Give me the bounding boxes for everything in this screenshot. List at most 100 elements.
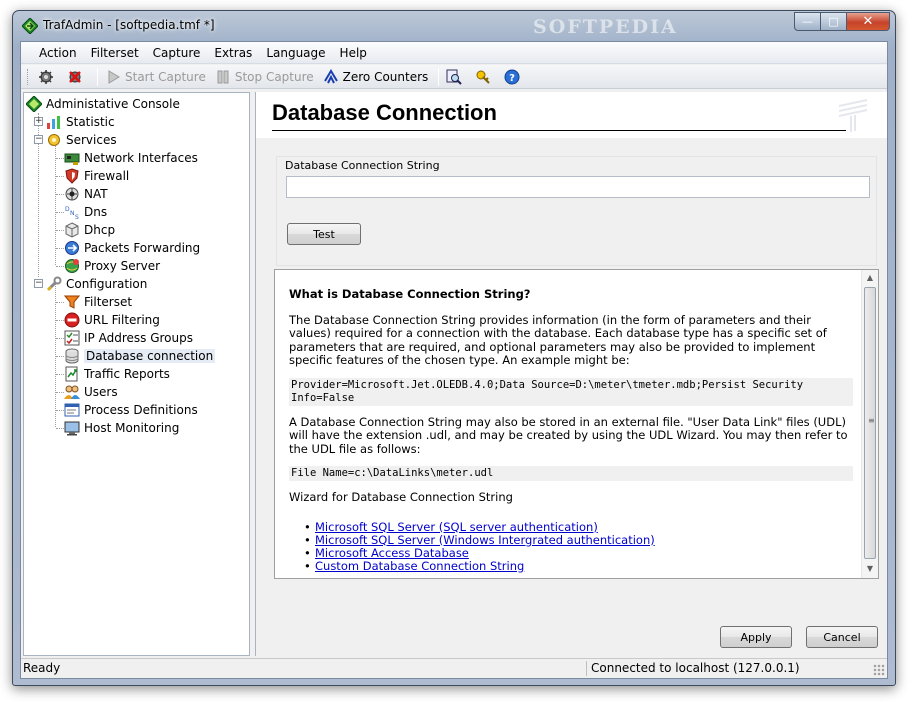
tree-item-host-monitoring[interactable]: Host Monitoring: [64, 419, 179, 437]
tree-label: Configuration: [66, 277, 148, 291]
test-button[interactable]: Test: [287, 223, 361, 245]
menu-action[interactable]: Action: [33, 44, 83, 62]
window-list-icon: [64, 403, 80, 417]
maximize-button[interactable]: □: [820, 12, 846, 31]
tree-label: Dns: [84, 205, 108, 219]
title-bar[interactable]: TrafAdmin - [softpedia.tmf *] SOFTPEDIA …: [13, 11, 895, 41]
resize-grip[interactable]: [873, 664, 885, 676]
collapse-services-toggle[interactable]: −: [34, 135, 43, 144]
tree-label: Network Interfaces: [84, 151, 198, 165]
apply-button[interactable]: Apply: [720, 626, 792, 648]
tree-item-users[interactable]: Users: [64, 383, 118, 401]
tree-item-database-connection[interactable]: Database connection: [64, 347, 216, 365]
access-database-link[interactable]: Microsoft Access Database: [315, 546, 469, 560]
tree-label: Users: [84, 385, 118, 399]
tree-item-statistic[interactable]: Statistic: [46, 113, 115, 131]
stop-capture-label: Stop Capture: [234, 69, 314, 84]
play-icon: [108, 69, 120, 84]
tree-item-services[interactable]: Services: [46, 131, 117, 149]
tree-item-nat[interactable]: NAT: [64, 185, 108, 203]
proxy-globe-icon: [65, 259, 79, 273]
forwarding-globe-icon: [65, 241, 79, 255]
example-udl-string: File Name=c:\DataLinks\meter.udl: [289, 466, 853, 481]
keys-toolbar-button[interactable]: [472, 67, 498, 87]
tree-item-process-definitions[interactable]: Process Definitions: [64, 401, 198, 419]
menu-language[interactable]: Language: [260, 44, 331, 62]
disconnect-toolbar-button[interactable]: [64, 67, 90, 87]
tree-label: NAT: [84, 187, 108, 201]
navigation-tree: Administative Console + Statistic − Serv…: [23, 92, 250, 656]
magnifier-icon: [446, 69, 463, 85]
minimize-button[interactable]: —: [794, 12, 820, 31]
help-paragraph: The Database Connection String provides …: [289, 312, 827, 367]
tree-label: Services: [66, 133, 117, 147]
tree-item-traffic-reports[interactable]: Traffic Reports: [64, 365, 170, 383]
gear-icon: [39, 69, 53, 84]
connection-string-input[interactable]: [286, 176, 870, 198]
tree-item-firewall[interactable]: Firewall: [64, 167, 129, 185]
sql-server-windows-auth-link[interactable]: Microsoft SQL Server (Windows Intergrate…: [315, 533, 655, 547]
close-button[interactable]: ✕: [846, 12, 890, 31]
menu-capture[interactable]: Capture: [147, 44, 207, 62]
cancel-button[interactable]: Cancel: [806, 626, 878, 648]
no-entry-icon: [64, 312, 80, 328]
help-toolbar-button[interactable]: ?: [501, 67, 527, 87]
funnel-icon: [64, 295, 80, 309]
connection-status: Connected to localhost (127.0.0.1): [591, 661, 800, 675]
expand-statistic-toggle[interactable]: +: [34, 117, 43, 126]
monitor-toolbar-button[interactable]: [443, 67, 469, 87]
tree-label: Dhcp: [84, 223, 116, 237]
application-window: TrafAdmin - [softpedia.tmf *] SOFTPEDIA …: [12, 10, 896, 686]
tree-root-console[interactable]: Administative Console: [26, 95, 180, 113]
tree-line: [56, 212, 64, 213]
sql-server-auth-link[interactable]: Microsoft SQL Server (SQL server authent…: [315, 520, 598, 534]
users-icon: [64, 385, 80, 399]
checklist-icon: [64, 330, 80, 346]
tree-line: [56, 248, 64, 249]
tree-item-ip-address-groups[interactable]: IP Address Groups: [64, 329, 193, 347]
tree-item-filterset[interactable]: Filterset: [64, 293, 132, 311]
connection-string-label: Database Connection String: [285, 159, 440, 172]
toolbar-grip[interactable]: [27, 68, 30, 85]
tree-item-configuration[interactable]: Configuration: [46, 275, 147, 293]
toolbar-separator: [438, 67, 440, 86]
menu-filterset[interactable]: Filterset: [85, 44, 145, 62]
tree-line: [56, 230, 64, 231]
tree-item-dhcp[interactable]: Dhcp: [64, 221, 115, 239]
scroll-thumb[interactable]: ≡: [864, 287, 876, 559]
help-content: What is Database Connection String? The …: [289, 287, 853, 573]
tree-line: [56, 266, 64, 267]
console-icon: [26, 96, 42, 112]
start-capture-button[interactable]: Start Capture: [102, 67, 209, 87]
collapse-configuration-toggle[interactable]: −: [34, 279, 43, 288]
window-title: TrafAdmin - [softpedia.tmf *]: [43, 18, 215, 32]
tree-item-url-filtering[interactable]: URL Filtering: [64, 311, 160, 329]
tree-label: Statistic: [66, 115, 115, 129]
help-scrollbar[interactable]: ▲ ≡ ▼: [861, 270, 878, 578]
help-panel: What is Database Connection String? The …: [274, 269, 879, 579]
tree-item-dns[interactable]: DNS Dns: [64, 203, 107, 221]
zero-counters-button[interactable]: Zero Counters: [320, 67, 432, 87]
page-header: Database Connection: [256, 92, 887, 138]
stop-capture-button[interactable]: Stop Capture: [212, 67, 317, 87]
menu-bar: Action Filterset Capture Extras Language…: [21, 42, 887, 64]
services-gear-icon: [48, 134, 60, 146]
bar-chart-icon: [47, 116, 60, 129]
menu-help[interactable]: Help: [334, 44, 373, 62]
tree-item-packets-forwarding[interactable]: Packets Forwarding: [64, 239, 200, 257]
header-logo-icon: [838, 99, 868, 132]
scroll-down-arrow[interactable]: ▼: [862, 561, 878, 577]
client-area: Action Filterset Capture Extras Language…: [20, 41, 888, 679]
menu-extras[interactable]: Extras: [208, 44, 258, 62]
help-paragraph: A Database Connection String may also be…: [289, 414, 848, 456]
tree-item-network-interfaces[interactable]: Network Interfaces: [64, 149, 198, 167]
custom-connection-string-link[interactable]: Custom Database Connection String: [315, 559, 524, 573]
dns-icon: DNS: [65, 206, 79, 220]
tree-label: Traffic Reports: [84, 367, 170, 381]
settings-toolbar-button[interactable]: [35, 67, 61, 87]
nat-globe-icon: [65, 187, 79, 201]
wrench-icon: [46, 276, 62, 292]
scroll-up-arrow[interactable]: ▲: [862, 270, 878, 286]
tree-item-proxy-server[interactable]: Proxy Server: [64, 257, 160, 275]
tree-line: [56, 410, 64, 411]
